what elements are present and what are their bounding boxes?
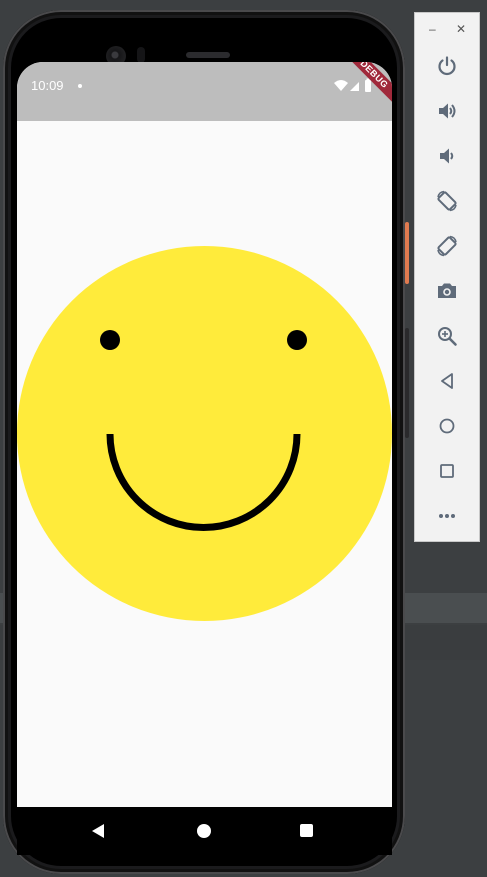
volume-up-icon[interactable]	[434, 98, 460, 124]
smiley-face	[17, 246, 392, 621]
android-navigation-bar	[17, 807, 392, 855]
zoom-icon[interactable]	[434, 323, 460, 349]
volume-down-icon[interactable]	[434, 143, 460, 169]
back-icon[interactable]	[434, 368, 460, 394]
camera-icon[interactable]	[434, 278, 460, 304]
home-icon[interactable]	[197, 824, 211, 838]
device-screen[interactable]: 10:09 DEBUG	[17, 62, 392, 807]
notification-dot-icon	[78, 84, 82, 88]
status-bar: 10:09 DEBUG	[17, 62, 392, 121]
device-volume-key[interactable]	[405, 328, 409, 438]
close-icon[interactable]: ✕	[456, 23, 466, 35]
signal-icon	[350, 82, 359, 91]
power-icon[interactable]	[434, 53, 460, 79]
rotate-left-icon[interactable]	[434, 188, 460, 214]
wifi-icon	[334, 80, 348, 91]
back-icon[interactable]	[92, 824, 104, 838]
emulator-toolbar: – ✕	[414, 12, 480, 542]
device-power-key[interactable]	[405, 222, 409, 284]
smiley-face-circle	[17, 246, 392, 621]
recents-icon[interactable]	[300, 824, 313, 837]
smiley-left-eye	[100, 330, 120, 350]
earpiece-speaker	[186, 52, 230, 58]
smiley-right-eye	[287, 330, 307, 350]
more-icon[interactable]	[434, 503, 460, 529]
minimize-icon[interactable]: –	[429, 23, 436, 35]
home-icon[interactable]	[434, 413, 460, 439]
app-content	[17, 121, 392, 807]
proximity-sensor	[137, 47, 145, 63]
rotate-right-icon[interactable]	[434, 233, 460, 259]
overview-icon[interactable]	[434, 458, 460, 484]
status-time: 10:09	[31, 78, 64, 93]
